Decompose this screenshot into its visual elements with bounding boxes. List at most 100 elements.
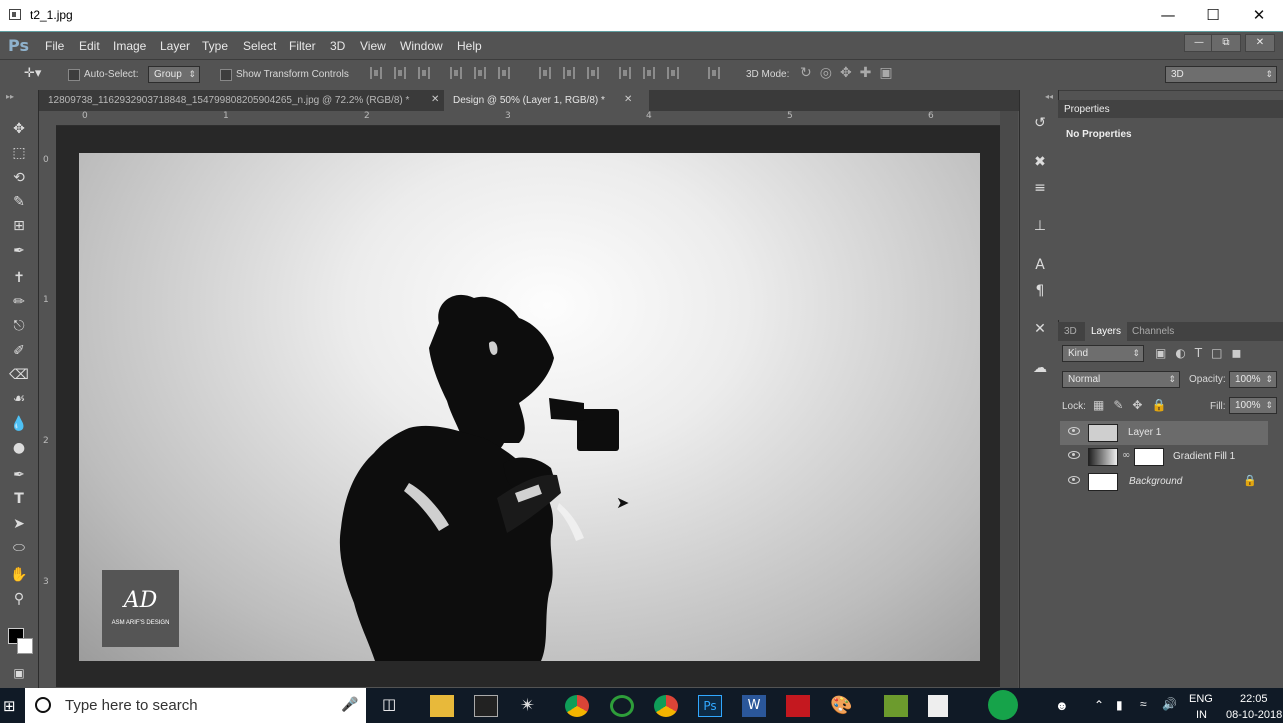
task-view-icon[interactable]: ◫ (382, 695, 406, 717)
tool-presets-icon[interactable]: ✕ (1030, 319, 1050, 339)
menu-edit[interactable]: Edit (79, 39, 100, 53)
tab-design[interactable]: Design @ 50% (Layer 1, RGB/8) * (444, 90, 649, 111)
file-explorer-icon[interactable] (430, 695, 454, 717)
creative-cloud-icon[interactable]: ☁ (1030, 358, 1050, 378)
distribute-left-icon[interactable] (619, 67, 631, 79)
word-icon[interactable]: W (742, 695, 766, 717)
maximize-button[interactable]: ☐ (1190, 0, 1236, 31)
tab-photo-close-icon[interactable]: ✕ (431, 94, 439, 105)
tab-3d[interactable]: 3D (1064, 326, 1077, 337)
auto-select-dropdown[interactable]: Group (148, 66, 200, 83)
tab-design-close-icon[interactable]: ✕ (624, 94, 632, 105)
battery-icon[interactable]: ▮ (1116, 698, 1123, 712)
paint-bucket-icon[interactable]: ☙ (8, 388, 30, 410)
align-hcenter-icon[interactable] (474, 67, 486, 79)
menu-select[interactable]: Select (243, 39, 276, 53)
show-transform-checkbox[interactable] (220, 69, 232, 81)
move-tool-icon[interactable]: ✥ (8, 118, 30, 140)
photoshop-taskbar-icon[interactable]: Ps (698, 695, 722, 717)
history-panel-icon[interactable]: ↺ (1030, 113, 1050, 133)
taskbar-search[interactable]: Type here to search 🎤 (25, 688, 366, 723)
document-canvas[interactable]: AD ASM ARIF'S DESIGN ➤ (79, 153, 980, 661)
quick-mask-icon[interactable]: ▣ (8, 662, 30, 684)
wifi-icon[interactable]: ≈ (1140, 697, 1147, 711)
align-top-icon[interactable] (370, 67, 382, 79)
clone-source-icon[interactable]: ⊥ (1030, 216, 1050, 236)
menu-3d[interactable]: 3D (330, 39, 345, 53)
menu-type[interactable]: Type (202, 39, 228, 53)
eyedropper-tool-icon[interactable]: ✒ (8, 240, 30, 262)
menu-view[interactable]: View (360, 39, 386, 53)
minimize-button[interactable]: — (1145, 0, 1191, 31)
activity-monitor-icon[interactable] (988, 690, 1018, 720)
microphone-icon[interactable]: 🎤 (341, 696, 358, 713)
close-button[interactable]: ✕ (1236, 0, 1282, 31)
visibility-eye-icon[interactable] (1068, 427, 1080, 435)
vertical-scrollbar[interactable] (1000, 111, 1018, 688)
ellipse-tool-icon[interactable]: ⬭ (8, 537, 30, 559)
paragraph-panel-icon[interactable]: ¶ (1030, 281, 1050, 301)
stamp-tool-icon[interactable]: ⎋ (8, 315, 30, 337)
path-select-icon[interactable]: ➤ (8, 513, 30, 535)
layer-row-layer1[interactable]: Layer 1 (1060, 421, 1268, 445)
align-vcenter-icon[interactable] (394, 67, 406, 79)
distribute-hcenter-icon[interactable] (643, 67, 655, 79)
dodge-tool-icon[interactable]: ● (8, 437, 30, 459)
align-left-icon[interactable] (450, 67, 462, 79)
acrobat-icon[interactable] (786, 695, 810, 717)
tab-photo[interactable]: 12809738_1162932903718848_15479980820590… (39, 90, 440, 111)
workspace-dropdown[interactable]: 3D (1165, 66, 1277, 83)
tab-layers[interactable]: Layers (1085, 322, 1128, 341)
lock-icons[interactable]: ▦✎✥🔒 (1093, 398, 1175, 412)
collapse-tools-icon[interactable]: ▸▸ (6, 92, 14, 101)
background-color-swatch[interactable] (17, 638, 33, 654)
align-bottom-icon[interactable] (418, 67, 430, 79)
terminal-icon[interactable] (474, 695, 498, 717)
auto-select-checkbox[interactable] (68, 69, 80, 81)
brush-tool-icon[interactable]: ✏ (8, 291, 30, 313)
tray-chevron-icon[interactable]: ⌃ (1094, 698, 1104, 712)
clock-date[interactable]: 08-10-2018 (1226, 709, 1282, 721)
hand-tool-icon[interactable]: ✋ (8, 564, 30, 586)
blend-mode-dropdown[interactable]: Normal (1062, 371, 1180, 388)
character-panel-icon[interactable]: A (1030, 255, 1050, 275)
chrome-icon[interactable] (565, 695, 589, 717)
blur-tool-icon[interactable]: 💧 (8, 413, 30, 435)
eraser-tool-icon[interactable]: ⌫ (8, 364, 30, 386)
visibility-eye-icon[interactable] (1068, 451, 1080, 459)
tab-channels[interactable]: Channels (1132, 326, 1174, 337)
green-ring-icon[interactable] (610, 695, 634, 717)
spider-icon[interactable]: ✴ (520, 695, 544, 717)
doc-close-button[interactable]: ✕ (1245, 34, 1275, 52)
menu-image[interactable]: Image (113, 39, 146, 53)
menu-help[interactable]: Help (457, 39, 482, 53)
marquee-tool-icon[interactable]: ⬚ (8, 142, 30, 164)
zoom-tool-icon[interactable]: ⚲ (8, 588, 30, 610)
properties-tab[interactable]: Properties (1064, 104, 1110, 115)
layer-filter-dropdown[interactable]: Kind (1062, 345, 1144, 362)
align-right-icon[interactable] (498, 67, 510, 79)
volume-icon[interactable]: 🔊 (1162, 697, 1177, 711)
language-indicator[interactable]: ENG (1189, 693, 1213, 705)
layer-row-background[interactable]: Background 🔒 (1060, 470, 1268, 494)
adjustments-icon[interactable]: ✖ (1030, 152, 1050, 172)
visibility-eye-icon[interactable] (1068, 476, 1080, 484)
type-tool-icon[interactable]: T (8, 488, 30, 510)
paint-icon[interactable]: 🎨 (830, 695, 854, 717)
windows-start-icon[interactable]: ⊞ (3, 697, 16, 715)
menu-window[interactable]: Window (400, 39, 443, 53)
menu-layer[interactable]: Layer (160, 39, 190, 53)
collapse-panels-icon[interactable]: ◂◂ (1045, 92, 1053, 101)
layer-row-gradient[interactable]: ∞ Gradient Fill 1 (1060, 445, 1268, 469)
chrome-icon[interactable] (654, 695, 678, 717)
history-brush-icon[interactable]: ✐ (8, 340, 30, 362)
distribute-bottom-icon[interactable] (587, 67, 599, 79)
clock-time[interactable]: 22:05 (1240, 693, 1268, 705)
styles-icon[interactable]: ≡ (1030, 178, 1050, 198)
notepad-icon[interactable] (884, 695, 908, 717)
blank-document-icon[interactable] (928, 695, 948, 717)
distribute-vcenter-icon[interactable] (563, 67, 575, 79)
doc-minimize-button[interactable]: — (1184, 34, 1214, 52)
menu-file[interactable]: File (45, 39, 64, 53)
quick-select-tool-icon[interactable]: ✎ (8, 191, 30, 213)
